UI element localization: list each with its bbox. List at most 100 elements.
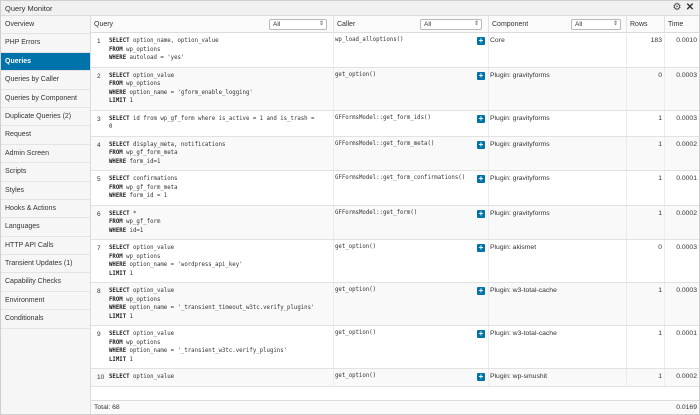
column-header-query[interactable]: Query All ⇕	[91, 16, 333, 33]
table-row: 2 SELECT option_value FROM wp_options WHERE…	[91, 67, 699, 111]
sql-keyword: FROM	[109, 253, 123, 260]
row-number: 6	[97, 210, 101, 218]
chevron-updown-icon: ⇕	[473, 21, 479, 27]
gear-icon[interactable]: ⚙	[671, 2, 683, 14]
sidebar-item-http-api-calls[interactable]: HTTP API Calls	[1, 237, 90, 256]
component-name: Plugin: gravityforms	[490, 209, 550, 217]
sql-line: SELECT option_value	[109, 287, 329, 296]
sql-text: wp_gf_form_meta	[122, 150, 178, 156]
sql-text: option_name = 'wordpress_api_key'	[126, 262, 243, 268]
expand-plus-icon[interactable]: +	[477, 373, 485, 381]
sql-keyword: WHERE	[109, 55, 127, 61]
sidebar-item-capability-checks[interactable]: Capability Checks	[1, 273, 90, 292]
sidebar-item-queries-by-caller[interactable]: Queries by Caller	[1, 71, 90, 90]
sql-text: form_id=1	[126, 158, 161, 165]
caller-function: GFFormsModel::get_form_meta()	[335, 140, 435, 147]
close-icon[interactable]: ✕	[684, 2, 696, 14]
sql-text: wp_options	[122, 296, 161, 303]
sidebar-item-languages[interactable]: Languages	[1, 218, 90, 237]
expand-plus-icon[interactable]: +	[477, 140, 485, 149]
sidebar-item-request[interactable]: Request	[1, 126, 90, 145]
column-header-rows[interactable]: Rows	[626, 16, 664, 33]
sql-keyword: WHERE	[109, 89, 127, 96]
row-count: 183	[650, 37, 662, 44]
component-name: Plugin: akismet	[490, 244, 537, 251]
row-count: 1	[658, 287, 662, 294]
sql-keyword: LIMIT	[109, 313, 127, 320]
table-header: Query All ⇕ Caller All ⇕ Component All ⇕	[91, 16, 699, 33]
expand-plus-icon[interactable]: +	[477, 330, 485, 338]
sql-line: SELECT option_value	[109, 330, 329, 339]
sql-keyword: SELECT	[109, 245, 130, 251]
sql-text: option_value	[129, 72, 175, 79]
table-row: 7 SELECT option_value FROM wp_options WHERE…	[91, 240, 699, 283]
caller-function: GFFormsModel::get_form_ids()	[335, 114, 431, 121]
query-monitor-window: Query Monitor ⚙ ✕ Overview PHP Errors Quer…	[0, 0, 700, 415]
sql-keyword: SELECT	[109, 331, 130, 337]
sql-line: SELECT *	[109, 210, 329, 219]
query-time: 0.0002	[676, 373, 697, 380]
expand-plus-icon[interactable]: +	[477, 175, 485, 183]
expand-plus-icon[interactable]: +	[477, 287, 485, 295]
query-filter-select[interactable]: All ⇕	[269, 19, 327, 30]
sql-line: WHERE form_id=1	[109, 158, 329, 167]
sidebar-item-styles[interactable]: Styles	[1, 182, 90, 200]
sql-text: wp_options	[122, 81, 161, 87]
sql-line: FROM wp_options	[109, 80, 329, 89]
sql-line: LIMIT 1	[109, 313, 329, 322]
row-number: 2	[97, 72, 101, 80]
row-number: 1	[97, 38, 101, 45]
sidebar-item-duplicate-queries-2[interactable]: Duplicate Queries (2)	[1, 108, 90, 127]
row-count: 1	[658, 140, 662, 148]
sidebar-item-transient-updates-1[interactable]: Transient Updates (1)	[1, 255, 90, 274]
expand-plus-icon[interactable]: +	[477, 114, 485, 123]
column-label-query: Query	[94, 21, 114, 28]
sql-line: SELECT option_value	[109, 244, 329, 253]
sql-line: SELECT id from wp_gf_form where is_activ…	[109, 115, 329, 124]
column-header-caller[interactable]: Caller All ⇕	[333, 16, 488, 33]
sql-query: SELECT id from wp_gf_form where is_activ…	[109, 115, 329, 132]
sidebar-item-scripts[interactable]: Scripts	[1, 163, 90, 182]
sidebar-item-php-errors[interactable]: PHP Errors	[1, 34, 90, 53]
sql-keyword: LIMIT	[109, 270, 127, 277]
sql-query: SELECT display_meta, notifications FROM w…	[109, 141, 329, 167]
sidebar-item-admin-screen[interactable]: Admin Screen	[1, 145, 90, 164]
sql-text: display_meta, notifications	[129, 141, 226, 148]
sql-keyword: FROM	[109, 219, 123, 225]
sql-line: FROM wp_options	[109, 253, 329, 262]
sql-keyword: LIMIT	[109, 356, 127, 363]
sql-line: SELECT confirmations	[109, 175, 329, 184]
row-number: 4	[97, 141, 101, 149]
column-header-component[interactable]: Component All ⇕	[488, 16, 626, 33]
sidebar-item-environment[interactable]: Environment	[1, 292, 90, 311]
table-row: 1 SELECT option_name, option_value FROM wp…	[91, 33, 699, 68]
sidebar-item-overview[interactable]: Overview	[1, 16, 90, 35]
sidebar-item-hooks-actions[interactable]: Hooks & Actions	[1, 200, 90, 219]
component-name: Plugin: w3-total-cache	[490, 330, 557, 337]
sidebar-item-queries-by-component[interactable]: Queries by Component	[1, 90, 90, 108]
sidebar-item-conditionals[interactable]: Conditionals	[1, 310, 90, 329]
column-label-caller: Caller	[337, 21, 356, 28]
sql-keyword: SELECT	[109, 115, 130, 122]
caller-filter-select[interactable]: All ⇕	[420, 19, 482, 30]
sql-text: option_value	[129, 331, 175, 337]
sql-keyword: FROM	[109, 46, 123, 53]
caller-function: get_option()	[335, 330, 377, 336]
expand-plus-icon[interactable]: +	[477, 71, 485, 80]
expand-plus-icon[interactable]: +	[477, 244, 485, 252]
sql-text: option_name, option_value	[129, 38, 219, 44]
sidebar-item-queries[interactable]: Queries	[1, 52, 90, 72]
table-row: 5 SELECT confirmations FROM wp_gf_form_met…	[91, 171, 699, 206]
sidebar-nav: Overview PHP Errors Queries Queries by Call…	[1, 16, 91, 414]
component-filter-select[interactable]: All ⇕	[571, 19, 621, 30]
query-time: 0.0002	[676, 140, 697, 148]
sql-query: SELECT confirmations FROM wp_gf_form_meta…	[109, 175, 329, 201]
title-bar: Query Monitor ⚙ ✕	[1, 1, 699, 16]
expand-plus-icon[interactable]: +	[477, 37, 485, 45]
column-header-time[interactable]: Time	[664, 16, 699, 33]
sql-text: option_name = '_transient_timeout_w3tc.v…	[126, 305, 315, 311]
sql-query: SELECT option_value FROM wp_options WHERE …	[109, 330, 329, 364]
sql-query: SELECT option_value FROM wp_options WHERE …	[109, 244, 329, 278]
expand-plus-icon[interactable]: +	[477, 209, 485, 218]
sql-text: autoload = 'yes'	[126, 55, 185, 61]
